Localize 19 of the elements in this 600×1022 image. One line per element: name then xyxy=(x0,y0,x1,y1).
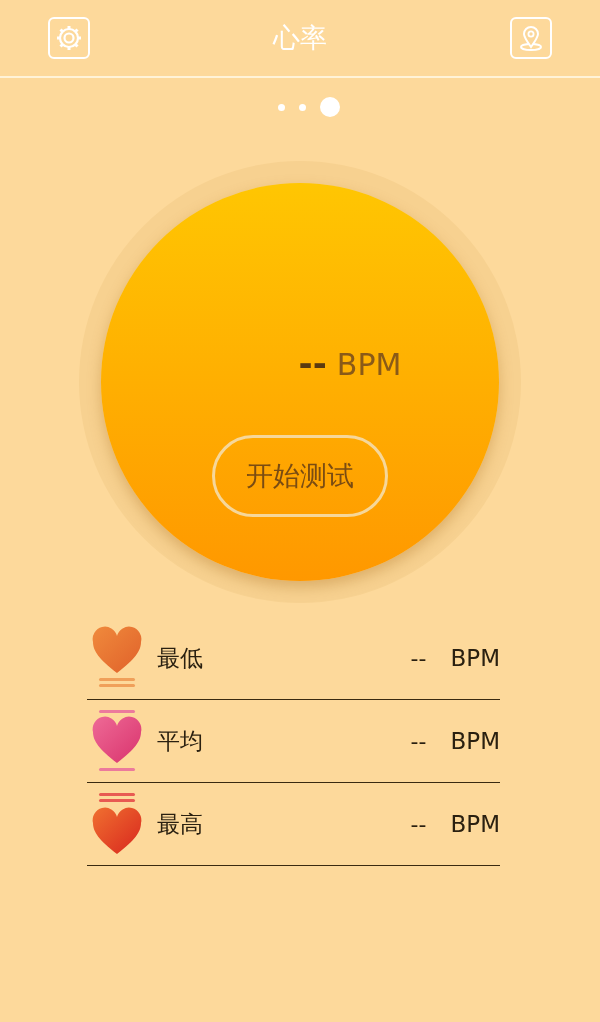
stat-unit: BPM xyxy=(450,645,500,671)
stat-value: -- xyxy=(410,728,428,754)
screen-title: 心率 xyxy=(273,21,327,55)
stat-label: 平均 xyxy=(157,726,204,756)
settings-icon xyxy=(54,23,84,53)
heart-rate-value: -- xyxy=(298,343,327,383)
stat-label: 最高 xyxy=(157,809,204,839)
settings-button[interactable] xyxy=(48,17,90,59)
start-test-button[interactable]: 开始测试 xyxy=(212,435,388,517)
page-indicator-dot[interactable] xyxy=(320,97,340,117)
page-indicator-dot[interactable] xyxy=(299,103,306,111)
stat-label: 最低 xyxy=(157,643,204,673)
heart-rate-unit: BPM xyxy=(336,347,402,382)
stat-unit: BPM xyxy=(450,728,500,754)
stat-unit: BPM xyxy=(450,811,500,837)
location-button[interactable] xyxy=(510,17,552,59)
stat-value: -- xyxy=(410,811,428,837)
page-indicator-dot[interactable] xyxy=(278,103,285,111)
stat-value: -- xyxy=(410,645,428,671)
